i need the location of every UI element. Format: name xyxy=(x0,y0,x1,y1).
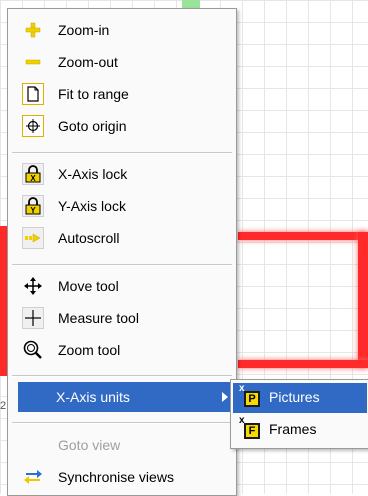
menu-item-label: Fit to range xyxy=(58,86,129,102)
submenu-arrow-icon xyxy=(222,392,228,402)
menu-item-label: Move tool xyxy=(58,278,119,294)
menu-item-label: Synchronise views xyxy=(58,469,174,485)
measure-tool-icon xyxy=(22,307,44,329)
frames-f-icon: x F xyxy=(237,415,263,443)
zoom-tool-icon xyxy=(22,339,44,361)
y-axis-lock-icon: Y xyxy=(22,195,44,217)
menu-item-label: Zoom tool xyxy=(58,342,121,358)
menu-separator xyxy=(12,264,232,266)
submenu-item-pictures[interactable]: x P Pictures xyxy=(233,383,367,413)
menu-item-label: Zoom-out xyxy=(58,54,118,70)
menu-item-y-axis-lock[interactable]: Y Y-Axis lock xyxy=(10,191,234,221)
menu-separator xyxy=(12,375,232,377)
zoom-out-minus-icon xyxy=(22,51,44,73)
plot-marker xyxy=(182,0,200,8)
menu-item-synchronise-views[interactable]: Synchronise views xyxy=(10,462,234,492)
menu-item-goto-view: Goto view xyxy=(10,430,234,460)
menu-separator xyxy=(12,422,232,424)
svg-text:Y: Y xyxy=(30,206,36,215)
menu-item-measure-tool[interactable]: Measure tool xyxy=(10,303,234,333)
menu-item-label: Goto view xyxy=(58,437,121,453)
menu-item-label: Autoscroll xyxy=(58,230,120,246)
submenu-item-label: Frames xyxy=(269,421,317,437)
goto-origin-icon xyxy=(22,115,44,137)
plot-line-top xyxy=(238,232,368,240)
menu-item-zoom-in[interactable]: Zoom-in xyxy=(10,15,234,45)
menu-item-zoom-out[interactable]: Zoom-out xyxy=(10,47,234,77)
menu-item-label: Zoom-in xyxy=(58,22,110,38)
menu-item-fit-to-range[interactable]: Fit to range xyxy=(10,79,234,109)
submenu-item-label: Pictures xyxy=(269,389,320,405)
x-axis-units-submenu: x P Pictures x F Frames xyxy=(230,379,368,449)
plot-line-bottom xyxy=(238,360,368,368)
menu-item-label: Y-Axis lock xyxy=(58,198,126,214)
menu-item-x-axis-lock[interactable]: X X-Axis lock xyxy=(10,159,234,189)
menu-item-goto-origin[interactable]: Goto origin xyxy=(10,111,234,141)
synchronise-views-icon xyxy=(22,466,44,488)
x-axis-lock-icon: X xyxy=(22,163,44,185)
svg-text:X: X xyxy=(30,174,36,183)
context-menu: Zoom-in Zoom-out Fit to range Goto origi… xyxy=(7,8,237,496)
plot-line-right xyxy=(358,232,368,367)
menu-item-autoscroll[interactable]: Autoscroll xyxy=(10,223,234,253)
fit-to-range-icon xyxy=(22,83,44,105)
menu-item-move-tool[interactable]: Move tool xyxy=(10,271,234,301)
menu-item-label: Goto origin xyxy=(58,118,127,134)
menu-item-label: X-Axis units xyxy=(56,389,130,405)
menu-item-x-axis-units[interactable]: X-Axis units xyxy=(18,382,236,412)
move-tool-icon xyxy=(22,275,44,297)
menu-item-label: X-Axis lock xyxy=(58,166,128,182)
autoscroll-arrow-icon xyxy=(22,227,44,249)
menu-separator xyxy=(12,152,232,154)
pictures-p-icon: x P xyxy=(237,383,263,411)
zoom-in-plus-icon xyxy=(22,19,44,41)
axis-tick-label: 2 xyxy=(0,400,7,412)
submenu-item-frames[interactable]: x F Frames xyxy=(233,415,367,445)
menu-item-zoom-tool[interactable]: Zoom tool xyxy=(10,335,234,365)
menu-item-label: Measure tool xyxy=(58,310,139,326)
